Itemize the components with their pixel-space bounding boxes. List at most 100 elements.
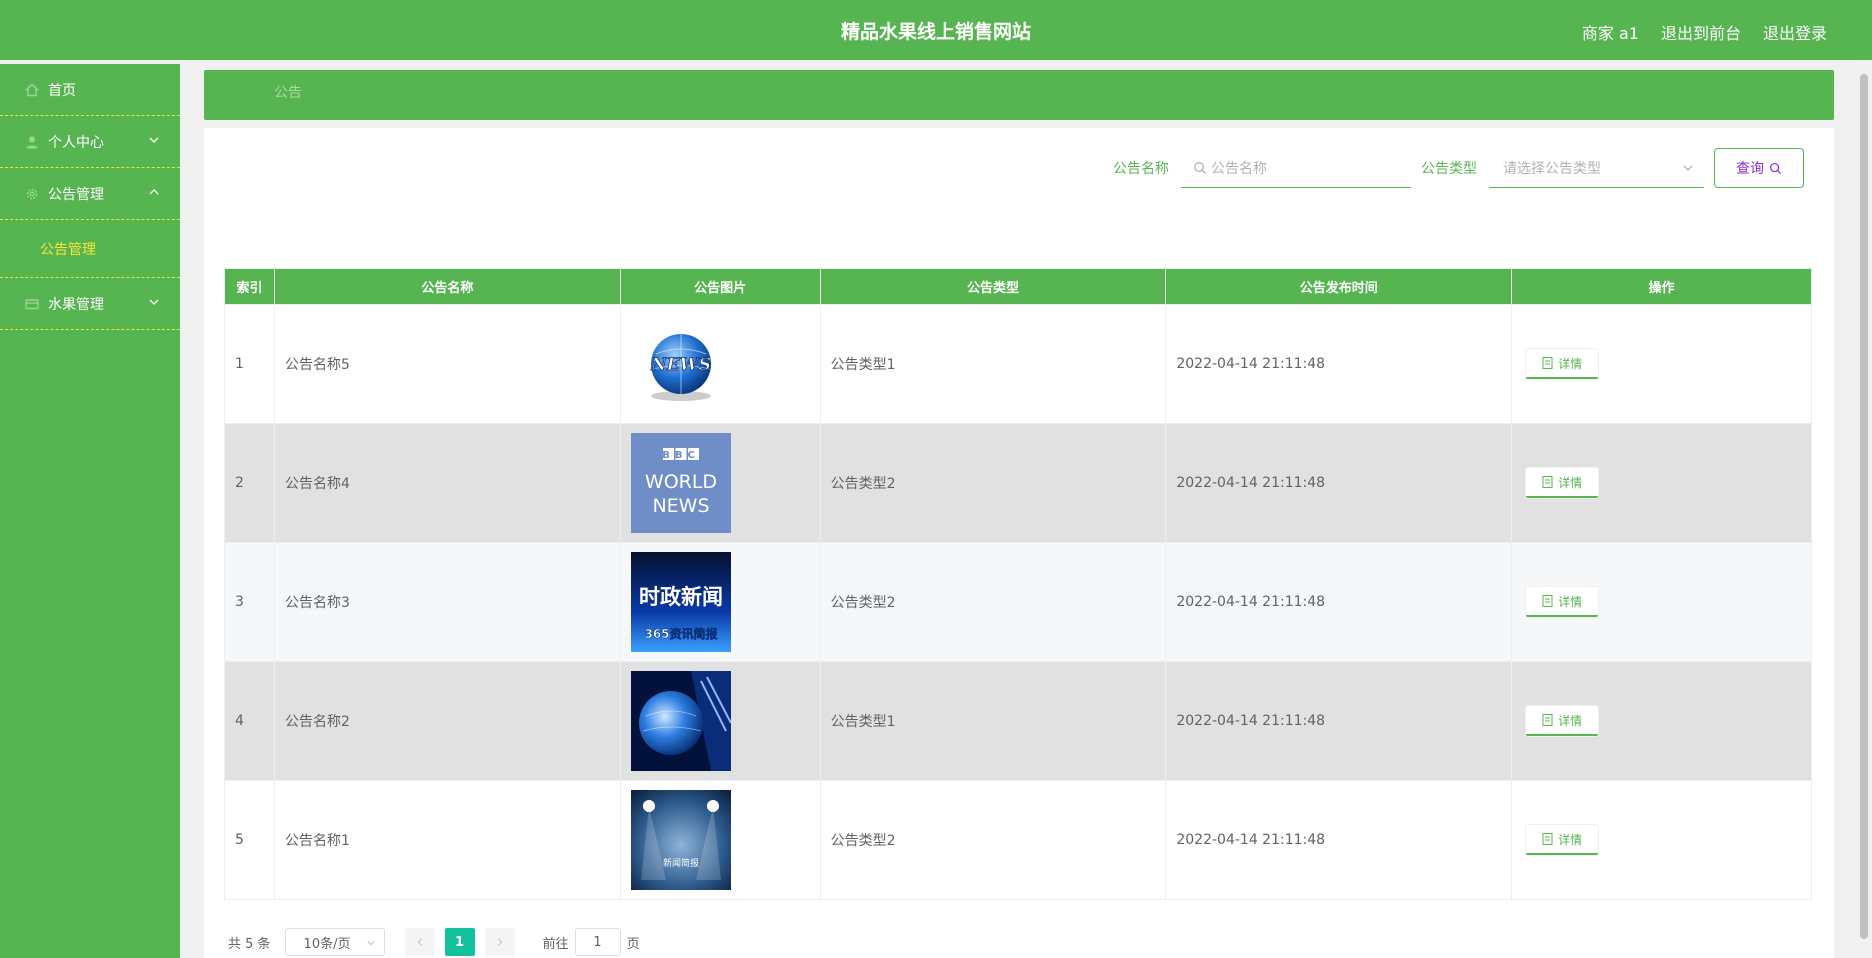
content-panel: 公告名称 公告名称 公告类型 请选择公告类型 查询 索引 公告名称 公告图片 公… — [204, 128, 1834, 958]
search-button-label: 查询 — [1736, 161, 1764, 177]
shizheng-news-image: 时政新闻 365资讯简报 — [630, 552, 731, 652]
header-time: 公告发布时间 — [1165, 268, 1513, 305]
chevron-down-icon — [149, 137, 159, 143]
chevron-up-icon — [149, 189, 159, 195]
document-icon — [1542, 357, 1553, 369]
home-icon — [24, 82, 40, 98]
breadcrumb-item[interactable]: 公告 — [274, 85, 302, 101]
svg-text:时政新闻: 时政新闻 — [639, 585, 723, 609]
page-number-current[interactable]: 1 — [444, 928, 475, 956]
page-unit-label: 页 — [626, 936, 640, 952]
header-actions: 商家 a1 退出到前台 退出登录 — [1582, 20, 1827, 44]
header-image: 公告图片 — [619, 268, 821, 305]
search-icon — [1194, 161, 1206, 174]
detail-label: 详情 — [1558, 475, 1583, 490]
notice-table: 索引 公告名称 公告图片 公告类型 公告发布时间 操作 1 公告名称5 NEWS… — [224, 268, 1812, 900]
user-name[interactable]: 商家 a1 — [1582, 20, 1639, 44]
header-action: 操作 — [1511, 268, 1812, 305]
sidebar: 首页 个人中心 公告管理 公告管理 水果管理 — [0, 64, 180, 958]
cell-name: 公告名称4 — [273, 423, 621, 543]
chevron-down-icon — [1683, 165, 1693, 171]
notice-type-select[interactable]: 请选择公告类型 — [1489, 148, 1704, 188]
detail-label: 详情 — [1558, 832, 1583, 847]
cell-action: 详情 — [1511, 542, 1812, 662]
sidebar-item-notice[interactable]: 公告管理 — [0, 168, 180, 220]
cell-action: 详情 — [1511, 780, 1812, 900]
breadcrumb: 公告 — [204, 70, 1834, 120]
next-page-button[interactable] — [484, 928, 515, 956]
svg-text:BBC: BBC — [662, 450, 700, 461]
notice-name-input[interactable]: 公告名称 — [1181, 148, 1411, 188]
cell-time: 2022-04-14 21:11:48 — [1165, 661, 1513, 781]
detail-button[interactable]: 详情 — [1526, 587, 1599, 617]
cell-action: 详情 — [1511, 423, 1812, 543]
sidebar-item-profile[interactable]: 个人中心 — [0, 116, 180, 168]
detail-button[interactable]: 详情 — [1526, 468, 1599, 498]
svg-text:NEWS: NEWS — [652, 495, 709, 517]
scrollbar-thumb[interactable] — [1860, 74, 1868, 939]
table-row[interactable]: 3 公告名称3 时政新闻 365资讯简报 公告类型2 2022-04-14 21… — [224, 542, 1812, 662]
cell-type: 公告类型1 — [819, 304, 1167, 424]
cell-image — [619, 661, 821, 781]
main-content: 公告 公告名称 公告名称 公告类型 请选择公告类型 查询 索引 公告名称 公告图… — [204, 70, 1834, 958]
svg-text:NEWS: NEWS — [650, 355, 711, 375]
cell-time: 2022-04-14 21:11:48 — [1165, 304, 1513, 424]
sidebar-item-fruit[interactable]: 水果管理 — [0, 278, 180, 330]
search-form: 公告名称 公告名称 公告类型 请选择公告类型 查询 — [1113, 148, 1804, 188]
bbc-world-news-image: BBC WORLD NEWS — [630, 433, 731, 533]
svg-text:365资讯简报: 365资讯简报 — [644, 626, 717, 641]
header-index: 索引 — [224, 268, 275, 305]
table-row[interactable]: 5 公告名称1 新闻简报 公告类型2 2022-04-14 21:11:48 详… — [224, 780, 1812, 900]
detail-button[interactable]: 详情 — [1526, 349, 1599, 379]
page-size-select[interactable]: 10条/页 — [284, 928, 385, 956]
cell-name: 公告名称3 — [273, 542, 621, 662]
user-icon — [24, 134, 40, 150]
notice-type-label: 公告类型 — [1421, 161, 1477, 177]
exit-to-front-link[interactable]: 退出到前台 — [1661, 20, 1741, 44]
cell-index: 5 — [224, 780, 275, 900]
notice-type-placeholder: 请选择公告类型 — [1503, 160, 1601, 177]
submenu-item-notice-manage[interactable]: 公告管理 — [0, 220, 180, 278]
goto-label: 前往 — [542, 936, 569, 952]
svg-text:WORLD: WORLD — [645, 471, 717, 493]
detail-label: 详情 — [1558, 356, 1583, 371]
cell-index: 1 — [224, 304, 275, 424]
search-button[interactable]: 查询 — [1714, 148, 1804, 188]
cell-time: 2022-04-14 21:11:48 — [1165, 542, 1513, 662]
goto-page-input[interactable]: 1 — [574, 928, 621, 956]
table-header-row: 索引 公告名称 公告图片 公告类型 公告发布时间 操作 — [224, 268, 1812, 305]
cell-name: 公告名称5 — [273, 304, 621, 424]
news-globe-image: NEWS — [630, 314, 731, 414]
detail-button[interactable]: 详情 — [1526, 825, 1599, 855]
page-size-value: 10条/页 — [303, 936, 351, 952]
table-row[interactable]: 1 公告名称5 NEWS 公告类型1 2022-04-14 21:11:48 详… — [224, 304, 1812, 424]
cell-action: 详情 — [1511, 661, 1812, 781]
sidebar-item-label: 首页 — [48, 82, 76, 99]
detail-label: 详情 — [1558, 594, 1583, 609]
prev-page-button[interactable] — [404, 928, 435, 956]
document-icon — [1542, 595, 1553, 607]
cell-type: 公告类型2 — [819, 423, 1167, 543]
cell-image: 时政新闻 365资讯简报 — [619, 542, 821, 662]
svg-text:新闻简报: 新闻简报 — [663, 857, 699, 869]
detail-button[interactable]: 详情 — [1526, 706, 1599, 736]
sidebar-item-label: 水果管理 — [48, 296, 104, 313]
cell-name: 公告名称2 — [273, 661, 621, 781]
search-icon — [1769, 162, 1782, 174]
cell-action: 详情 — [1511, 304, 1812, 424]
cell-time: 2022-04-14 21:11:48 — [1165, 423, 1513, 543]
table-row[interactable]: 4 公告名称2 公告类型1 2022-04-14 21:11:48 详情 — [224, 661, 1812, 781]
submenu-item-label: 公告管理 — [40, 241, 96, 258]
document-icon — [1542, 714, 1553, 726]
sidebar-item-home[interactable]: 首页 — [0, 64, 180, 116]
vertical-scrollbar[interactable] — [1856, 60, 1872, 958]
table-row[interactable]: 2 公告名称4 BBC WORLD NEWS 公告类型2 2022-04-14 … — [224, 423, 1812, 543]
cell-time: 2022-04-14 21:11:48 — [1165, 780, 1513, 900]
notice-name-label: 公告名称 — [1113, 161, 1169, 177]
chevron-down-icon — [149, 299, 159, 305]
blue-globe-image — [630, 671, 731, 771]
logout-link[interactable]: 退出登录 — [1763, 20, 1827, 44]
cell-index: 2 — [224, 423, 275, 543]
total-count: 共 5 条 — [228, 936, 271, 952]
notice-name-placeholder: 公告名称 — [1211, 160, 1267, 177]
